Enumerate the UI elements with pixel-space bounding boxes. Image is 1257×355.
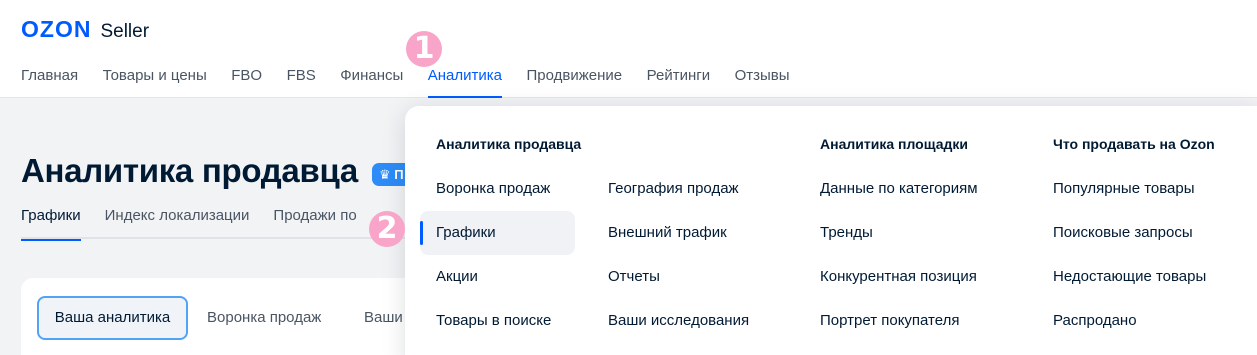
subtab-localization-index[interactable]: Индекс локализации [105, 206, 250, 239]
segment-your-analytics[interactable]: Ваша аналитика [37, 296, 188, 340]
menu-item-search-queries[interactable]: Поисковые запросы [1053, 224, 1193, 241]
ozon-seller-logo[interactable]: OZON Seller [21, 16, 149, 43]
subtab-graphs[interactable]: Графики [21, 206, 81, 241]
main-nav: Главная Товары и цены FBO FBS Финансы Ан… [21, 66, 814, 98]
subtab-sales-by[interactable]: Продажи по [273, 206, 356, 239]
segment-sales-funnel[interactable]: Воронка продаж [207, 296, 321, 340]
page-subtabs: Графики Индекс локализации Продажи по [21, 206, 421, 241]
menu-item-sold-out[interactable]: Распродано [1053, 312, 1137, 329]
page-title: Аналитика продавца [21, 152, 358, 189]
dropdown-header-what-to-sell: Что продавать на Ozon [1053, 136, 1215, 152]
nav-fbo[interactable]: FBO [231, 66, 262, 98]
logo-product: Seller [100, 21, 150, 42]
step-marker-2: 2 [369, 211, 405, 247]
nav-products-prices[interactable]: Товары и цены [103, 66, 207, 98]
menu-item-missing-products[interactable]: Недостающие товары [1053, 268, 1206, 285]
nav-home[interactable]: Главная [21, 66, 78, 98]
menu-item-trends[interactable]: Тренды [820, 224, 873, 241]
menu-item-reports[interactable]: Отчеты [608, 268, 660, 285]
dropdown-header-platform-analytics: Аналитика площадки [820, 136, 968, 152]
nav-promotion[interactable]: Продвижение [527, 66, 623, 98]
nav-reviews[interactable]: Отзывы [735, 66, 790, 98]
segment-your-more[interactable]: Ваши [364, 296, 403, 340]
nav-ratings[interactable]: Рейтинги [647, 66, 710, 98]
menu-item-products-in-search[interactable]: Товары в поиске [436, 312, 551, 329]
top-header: OZON Seller Главная Товары и цены FBO FB… [0, 0, 1257, 98]
menu-item-popular-products[interactable]: Популярные товары [1053, 180, 1195, 197]
menu-item-buyer-portrait[interactable]: Портрет покупателя [820, 312, 959, 329]
menu-item-sales-funnel[interactable]: Воронка продаж [436, 180, 550, 197]
nav-finance[interactable]: Финансы [340, 66, 403, 98]
step-marker-1: 1 [406, 31, 442, 67]
nav-analytics[interactable]: Аналитика [427, 66, 503, 98]
menu-item-graphs[interactable]: Графики [436, 224, 496, 241]
menu-item-category-data[interactable]: Данные по категориям [820, 180, 978, 197]
menu-item-competitive-position[interactable]: Конкурентная позиция [820, 268, 977, 285]
logo-brand: OZON [21, 16, 92, 42]
dropdown-header-seller-analytics: Аналитика продавца [436, 136, 582, 152]
menu-item-external-traffic[interactable]: Внешний трафик [608, 224, 727, 241]
nav-fbs[interactable]: FBS [287, 66, 316, 98]
menu-item-promotions[interactable]: Акции [436, 268, 478, 285]
menu-item-your-research[interactable]: Ваши исследования [608, 312, 749, 329]
menu-item-sales-geography[interactable]: География продаж [608, 180, 739, 197]
